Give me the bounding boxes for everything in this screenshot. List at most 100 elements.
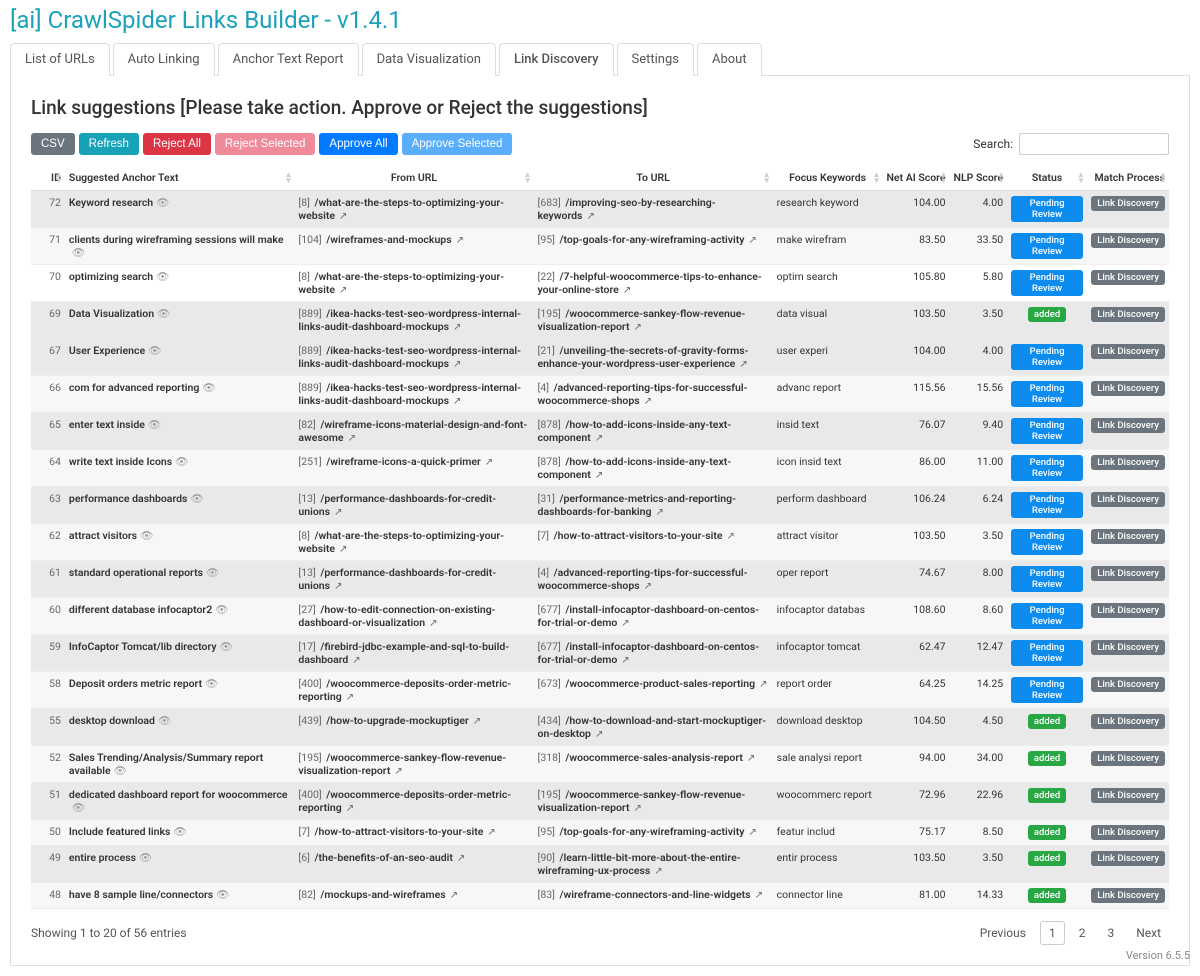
table-row[interactable]: 51dedicated dashboard report for woocomm… <box>31 783 1169 820</box>
match-process-badge[interactable]: Link Discovery <box>1091 344 1165 359</box>
match-process-badge[interactable]: Link Discovery <box>1091 788 1165 803</box>
status-badge-pending[interactable]: Pending Review <box>1011 640 1083 666</box>
tab-auto-linking[interactable]: Auto Linking <box>113 43 215 76</box>
table-row[interactable]: 50Include featured links👁[7] /how-to-att… <box>31 820 1169 846</box>
status-badge-pending[interactable]: Pending Review <box>1011 381 1083 407</box>
external-link-icon[interactable]: ↗ <box>485 457 493 468</box>
from-url-link[interactable]: /wireframe-icons-material-design-and-fon… <box>298 418 527 444</box>
pager-page-1[interactable]: 1 <box>1040 921 1065 945</box>
to-url-link[interactable]: /woocommerce-sales-analysis-report <box>565 751 742 764</box>
from-url-link[interactable]: /firebird-jdbc-example-and-sql-to-build-… <box>298 640 509 666</box>
table-row[interactable]: 49entire process👁[6] /the-benefits-of-an… <box>31 846 1169 883</box>
status-badge-added[interactable]: added <box>1028 825 1066 840</box>
to-url-link[interactable]: /top-goals-for-any-wireframing-activity <box>560 233 745 246</box>
to-url-link[interactable]: /woocommerce-product-sales-reporting <box>565 677 755 690</box>
preview-icon[interactable]: 👁 <box>216 888 229 901</box>
external-link-icon[interactable]: ↗ <box>348 433 356 444</box>
to-url-link[interactable]: /advanced-reporting-tips-for-successful-… <box>538 566 748 592</box>
match-process-badge[interactable]: Link Discovery <box>1091 233 1165 248</box>
csv-button[interactable]: CSV <box>31 133 75 155</box>
status-badge-pending[interactable]: Pending Review <box>1011 566 1083 592</box>
anchor-text[interactable]: Deposit orders metric report <box>69 677 202 690</box>
external-link-icon[interactable]: ↗ <box>755 890 763 901</box>
preview-icon[interactable]: 👁 <box>158 714 171 727</box>
to-url-link[interactable]: /7-helpful-woocommerce-tips-to-enhance-y… <box>538 270 762 296</box>
match-process-badge[interactable]: Link Discovery <box>1091 270 1165 285</box>
external-link-icon[interactable]: ↗ <box>429 618 437 629</box>
external-link-icon[interactable]: ↗ <box>453 322 461 333</box>
anchor-text[interactable]: Data Visualization <box>69 307 154 320</box>
anchor-text[interactable]: User Experience <box>69 344 145 357</box>
external-link-icon[interactable]: ↗ <box>595 470 603 481</box>
preview-icon[interactable]: 👁 <box>148 344 161 357</box>
match-process-badge[interactable]: Link Discovery <box>1091 825 1165 840</box>
match-process-badge[interactable]: Link Discovery <box>1091 196 1165 211</box>
anchor-text[interactable]: InfoCaptor Tomcat/lib directory <box>69 640 217 653</box>
reject-all-button[interactable]: Reject All <box>143 133 211 155</box>
from-url-link[interactable]: /how-to-attract-visitors-to-your-site <box>315 825 484 838</box>
table-row[interactable]: 58Deposit orders metric report👁[400] /wo… <box>31 672 1169 709</box>
anchor-text[interactable]: optimizing search <box>69 270 153 283</box>
table-row[interactable]: 71clients during wireframing sessions wi… <box>31 228 1169 265</box>
external-link-icon[interactable]: ↗ <box>759 679 767 690</box>
anchor-text[interactable]: have 8 sample line/connectors <box>69 888 213 901</box>
external-link-icon[interactable]: ↗ <box>748 235 756 246</box>
anchor-text[interactable]: attract visitors <box>69 529 137 542</box>
to-url-link[interactable]: /advanced-reporting-tips-for-successful-… <box>538 381 748 407</box>
from-url-link[interactable]: /mockups-and-wireframes <box>320 888 445 901</box>
reject-selected-button[interactable]: Reject Selected <box>215 133 316 155</box>
anchor-text[interactable]: standard operational reports <box>69 566 203 579</box>
external-link-icon[interactable]: ↗ <box>334 581 342 592</box>
from-url-link[interactable]: /wireframes-and-mockups <box>326 233 451 246</box>
to-url-link[interactable]: /how-to-add-icons-inside-any-text-compon… <box>538 418 732 444</box>
preview-icon[interactable]: 👁 <box>206 566 219 579</box>
to-url-link[interactable]: /learn-little-bit-more-about-the-entire-… <box>538 851 741 877</box>
status-badge-pending[interactable]: Pending Review <box>1011 196 1083 222</box>
preview-icon[interactable]: 👁 <box>220 640 233 653</box>
status-badge-pending[interactable]: Pending Review <box>1011 455 1083 481</box>
status-badge-pending[interactable]: Pending Review <box>1011 418 1083 444</box>
external-link-icon[interactable]: ↗ <box>487 827 495 838</box>
to-url-link[interactable]: /performance-metrics-and-reporting-dashb… <box>538 492 736 518</box>
table-row[interactable]: 64write text inside Icons👁[251] /wirefra… <box>31 450 1169 487</box>
match-process-badge[interactable]: Link Discovery <box>1091 566 1165 581</box>
table-row[interactable]: 60different database infocaptor2👁[27] /h… <box>31 598 1169 635</box>
match-process-badge[interactable]: Link Discovery <box>1091 307 1165 322</box>
external-link-icon[interactable]: ↗ <box>621 618 629 629</box>
from-url-link[interactable]: /what-are-the-steps-to-optimizing-your-w… <box>298 270 504 296</box>
table-row[interactable]: 48have 8 sample line/connectors👁[82] /mo… <box>31 883 1169 909</box>
external-link-icon[interactable]: ↗ <box>747 753 755 764</box>
external-link-icon[interactable]: ↗ <box>394 766 402 777</box>
anchor-text[interactable]: com for advanced reporting <box>69 381 199 394</box>
anchor-text[interactable]: enter text inside <box>69 418 145 431</box>
anchor-text[interactable]: desktop download <box>69 714 155 727</box>
col-match[interactable]: Match Process▲▼ <box>1087 165 1169 191</box>
external-link-icon[interactable]: ↗ <box>633 322 641 333</box>
preview-icon[interactable]: 👁 <box>173 825 186 838</box>
from-url-link[interactable]: /ikea-hacks-test-seo-wordpress-internal-… <box>298 307 521 333</box>
pager-page-2[interactable]: 2 <box>1071 922 1094 944</box>
external-link-icon[interactable]: ↗ <box>334 507 342 518</box>
external-link-icon[interactable]: ↗ <box>621 655 629 666</box>
external-link-icon[interactable]: ↗ <box>656 507 664 518</box>
external-link-icon[interactable]: ↗ <box>473 716 481 727</box>
table-row[interactable]: 72Keyword research👁[8] /what-are-the-ste… <box>31 191 1169 228</box>
tab-data-visualization[interactable]: Data Visualization <box>362 43 496 76</box>
table-row[interactable]: 55desktop download👁[439] /how-to-upgrade… <box>31 709 1169 746</box>
to-url-link[interactable]: /how-to-add-icons-inside-any-text-compon… <box>538 455 732 481</box>
preview-icon[interactable]: 👁 <box>72 246 85 259</box>
external-link-icon[interactable]: ↗ <box>644 396 652 407</box>
match-process-badge[interactable]: Link Discovery <box>1091 640 1165 655</box>
anchor-text[interactable]: dedicated dashboard report for woocommer… <box>69 788 288 801</box>
table-row[interactable]: 69Data Visualization👁[889] /ikea-hacks-t… <box>31 302 1169 339</box>
external-link-icon[interactable]: ↗ <box>595 729 603 740</box>
status-badge-pending[interactable]: Pending Review <box>1011 233 1083 259</box>
external-link-icon[interactable]: ↗ <box>457 853 465 864</box>
preview-icon[interactable]: 👁 <box>205 677 218 690</box>
preview-icon[interactable]: 👁 <box>190 492 203 505</box>
anchor-text[interactable]: different database infocaptor2 <box>69 603 212 616</box>
col-net[interactable]: Net AI Score▲▼ <box>883 165 950 191</box>
tab-settings[interactable]: Settings <box>617 43 694 76</box>
table-row[interactable]: 52Sales Trending/Analysis/Summary report… <box>31 746 1169 783</box>
external-link-icon[interactable]: ↗ <box>623 285 631 296</box>
